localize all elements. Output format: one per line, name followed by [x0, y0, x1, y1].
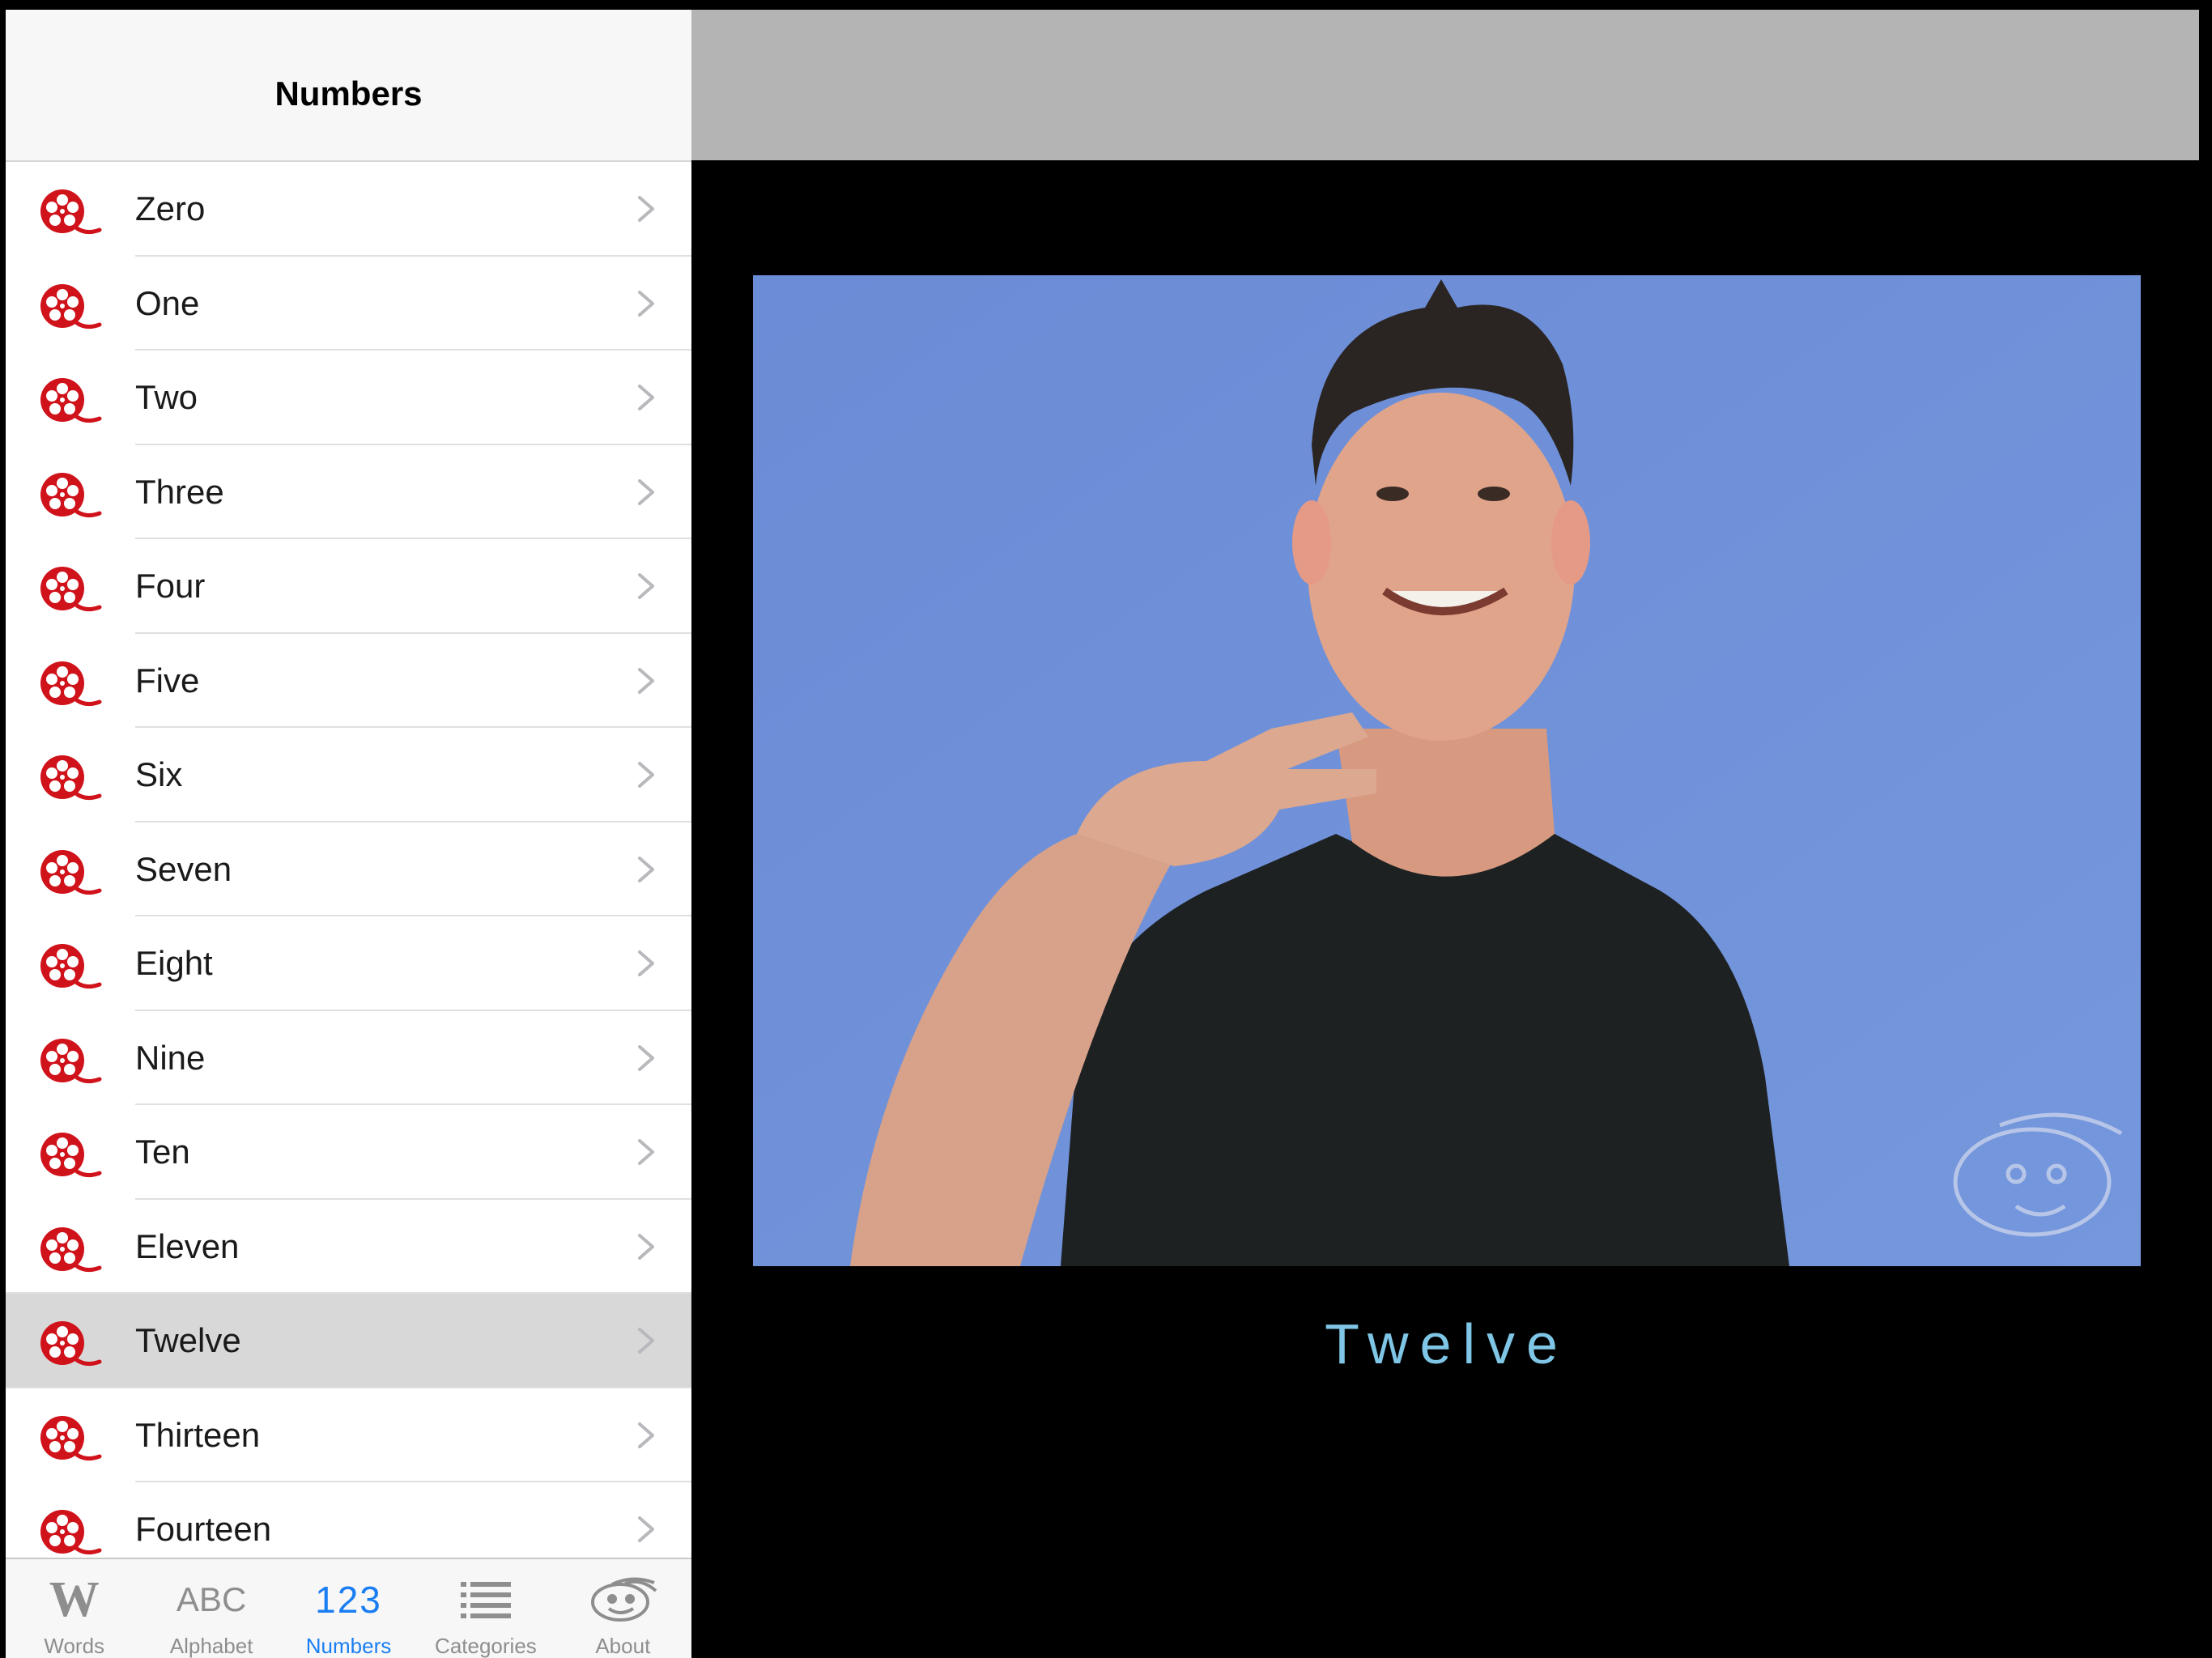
chevron-right-icon [638, 385, 654, 410]
list-item-one[interactable]: One [6, 256, 691, 351]
list-item-six[interactable]: Six [6, 728, 691, 823]
film-reel-icon [38, 942, 111, 989]
chevron-right-icon [638, 667, 654, 694]
list-item-label: One [135, 283, 200, 322]
sign-caption: Twelve [1325, 1312, 1569, 1375]
chevron-right-icon [638, 762, 654, 788]
chevron-right-icon [638, 1139, 654, 1165]
film-reel-icon [38, 1320, 111, 1367]
tab-bar: W Words ABC Alphabet 123 Numbers Categor… [6, 1558, 691, 1658]
chevron-right-icon [638, 573, 654, 599]
list-item-label: Ten [135, 1133, 190, 1171]
tab-alphabet[interactable]: ABC Alphabet [143, 1559, 279, 1658]
detail-navigation-bar [691, 10, 2199, 160]
list-item-eleven[interactable]: Eleven [6, 1199, 691, 1294]
list-item-two[interactable]: Two [6, 351, 691, 445]
numbers-list[interactable]: Zero One Two Three Four Five Six Seven E… [6, 162, 691, 1558]
list-item-fourteen[interactable]: Fourteen [6, 1482, 691, 1558]
tab-label: Categories [435, 1634, 537, 1658]
list-item-eight[interactable]: Eight [6, 916, 691, 1011]
list-item-label: Three [135, 472, 224, 511]
tab-label: Alphabet [169, 1634, 253, 1658]
chevron-right-icon [638, 290, 654, 317]
list-item-label: Nine [135, 1038, 206, 1077]
film-reel-icon [38, 660, 111, 707]
list-item-label: Fourteen [135, 1510, 272, 1549]
words-icon: W [49, 1571, 100, 1627]
tab-label: Numbers [305, 1634, 392, 1658]
navigation-bar: Numbers [6, 10, 691, 162]
mascot-icon [588, 1575, 657, 1624]
film-reel-icon [38, 1508, 111, 1555]
tab-label: About [595, 1634, 651, 1658]
film-reel-icon [38, 188, 111, 235]
list-item-label: Eight [135, 944, 213, 983]
chevron-right-icon [638, 478, 654, 505]
tab-categories[interactable]: Categories [417, 1559, 554, 1658]
film-reel-icon [38, 1037, 111, 1084]
list-item-label: Four [135, 567, 206, 606]
list-item-label: Zero [135, 189, 206, 228]
chevron-right-icon [638, 1233, 654, 1260]
list-item-ten[interactable]: Ten [6, 1105, 691, 1200]
list-item-label: Six [135, 755, 183, 794]
list-item-nine[interactable]: Nine [6, 1010, 691, 1105]
list-item-label: Two [135, 378, 198, 417]
list-item-label: Thirteen [135, 1415, 261, 1454]
film-reel-icon [38, 1414, 111, 1461]
list-icon [460, 1575, 511, 1624]
chevron-right-icon [638, 1422, 654, 1448]
list-item-label: Eleven [135, 1226, 240, 1265]
numbers-icon: 123 [315, 1579, 382, 1621]
sign-language-video[interactable] [753, 275, 2141, 1266]
tab-about[interactable]: About [555, 1559, 691, 1658]
list-item-four[interactable]: Four [6, 539, 691, 634]
video-frame [753, 275, 2141, 1266]
list-item-label: Seven [135, 849, 232, 888]
page-title: Numbers [274, 74, 423, 113]
film-reel-icon [38, 471, 111, 518]
list-item-label: Twelve [135, 1321, 241, 1360]
film-reel-icon [38, 848, 111, 895]
list-item-three[interactable]: Three [6, 444, 691, 539]
list-item-thirteen[interactable]: Thirteen [6, 1388, 691, 1482]
film-reel-icon [38, 1131, 111, 1178]
film-reel-icon [38, 754, 111, 801]
film-reel-icon [38, 376, 111, 423]
master-pane: Numbers Zero One Two Three Four Five Six… [6, 10, 691, 1658]
list-item-zero[interactable]: Zero [6, 162, 691, 257]
film-reel-icon [38, 1226, 111, 1273]
list-item-five[interactable]: Five [6, 633, 691, 728]
chevron-right-icon [638, 1044, 654, 1071]
tab-words[interactable]: W Words [6, 1559, 143, 1658]
tab-label: Words [44, 1634, 105, 1658]
chevron-right-icon [638, 950, 654, 976]
chevron-right-icon [638, 1516, 654, 1542]
chevron-right-icon [638, 1328, 654, 1354]
tab-numbers[interactable]: 123 Numbers [280, 1559, 417, 1658]
list-item-seven[interactable]: Seven [6, 822, 691, 916]
alphabet-icon: ABC [176, 1580, 247, 1618]
chevron-right-icon [638, 856, 654, 882]
chevron-right-icon [638, 196, 654, 222]
film-reel-icon [38, 565, 111, 612]
film-reel-icon [38, 283, 111, 329]
list-item-label: Five [135, 661, 200, 699]
list-item-twelve-selected[interactable]: Twelve [6, 1294, 691, 1388]
